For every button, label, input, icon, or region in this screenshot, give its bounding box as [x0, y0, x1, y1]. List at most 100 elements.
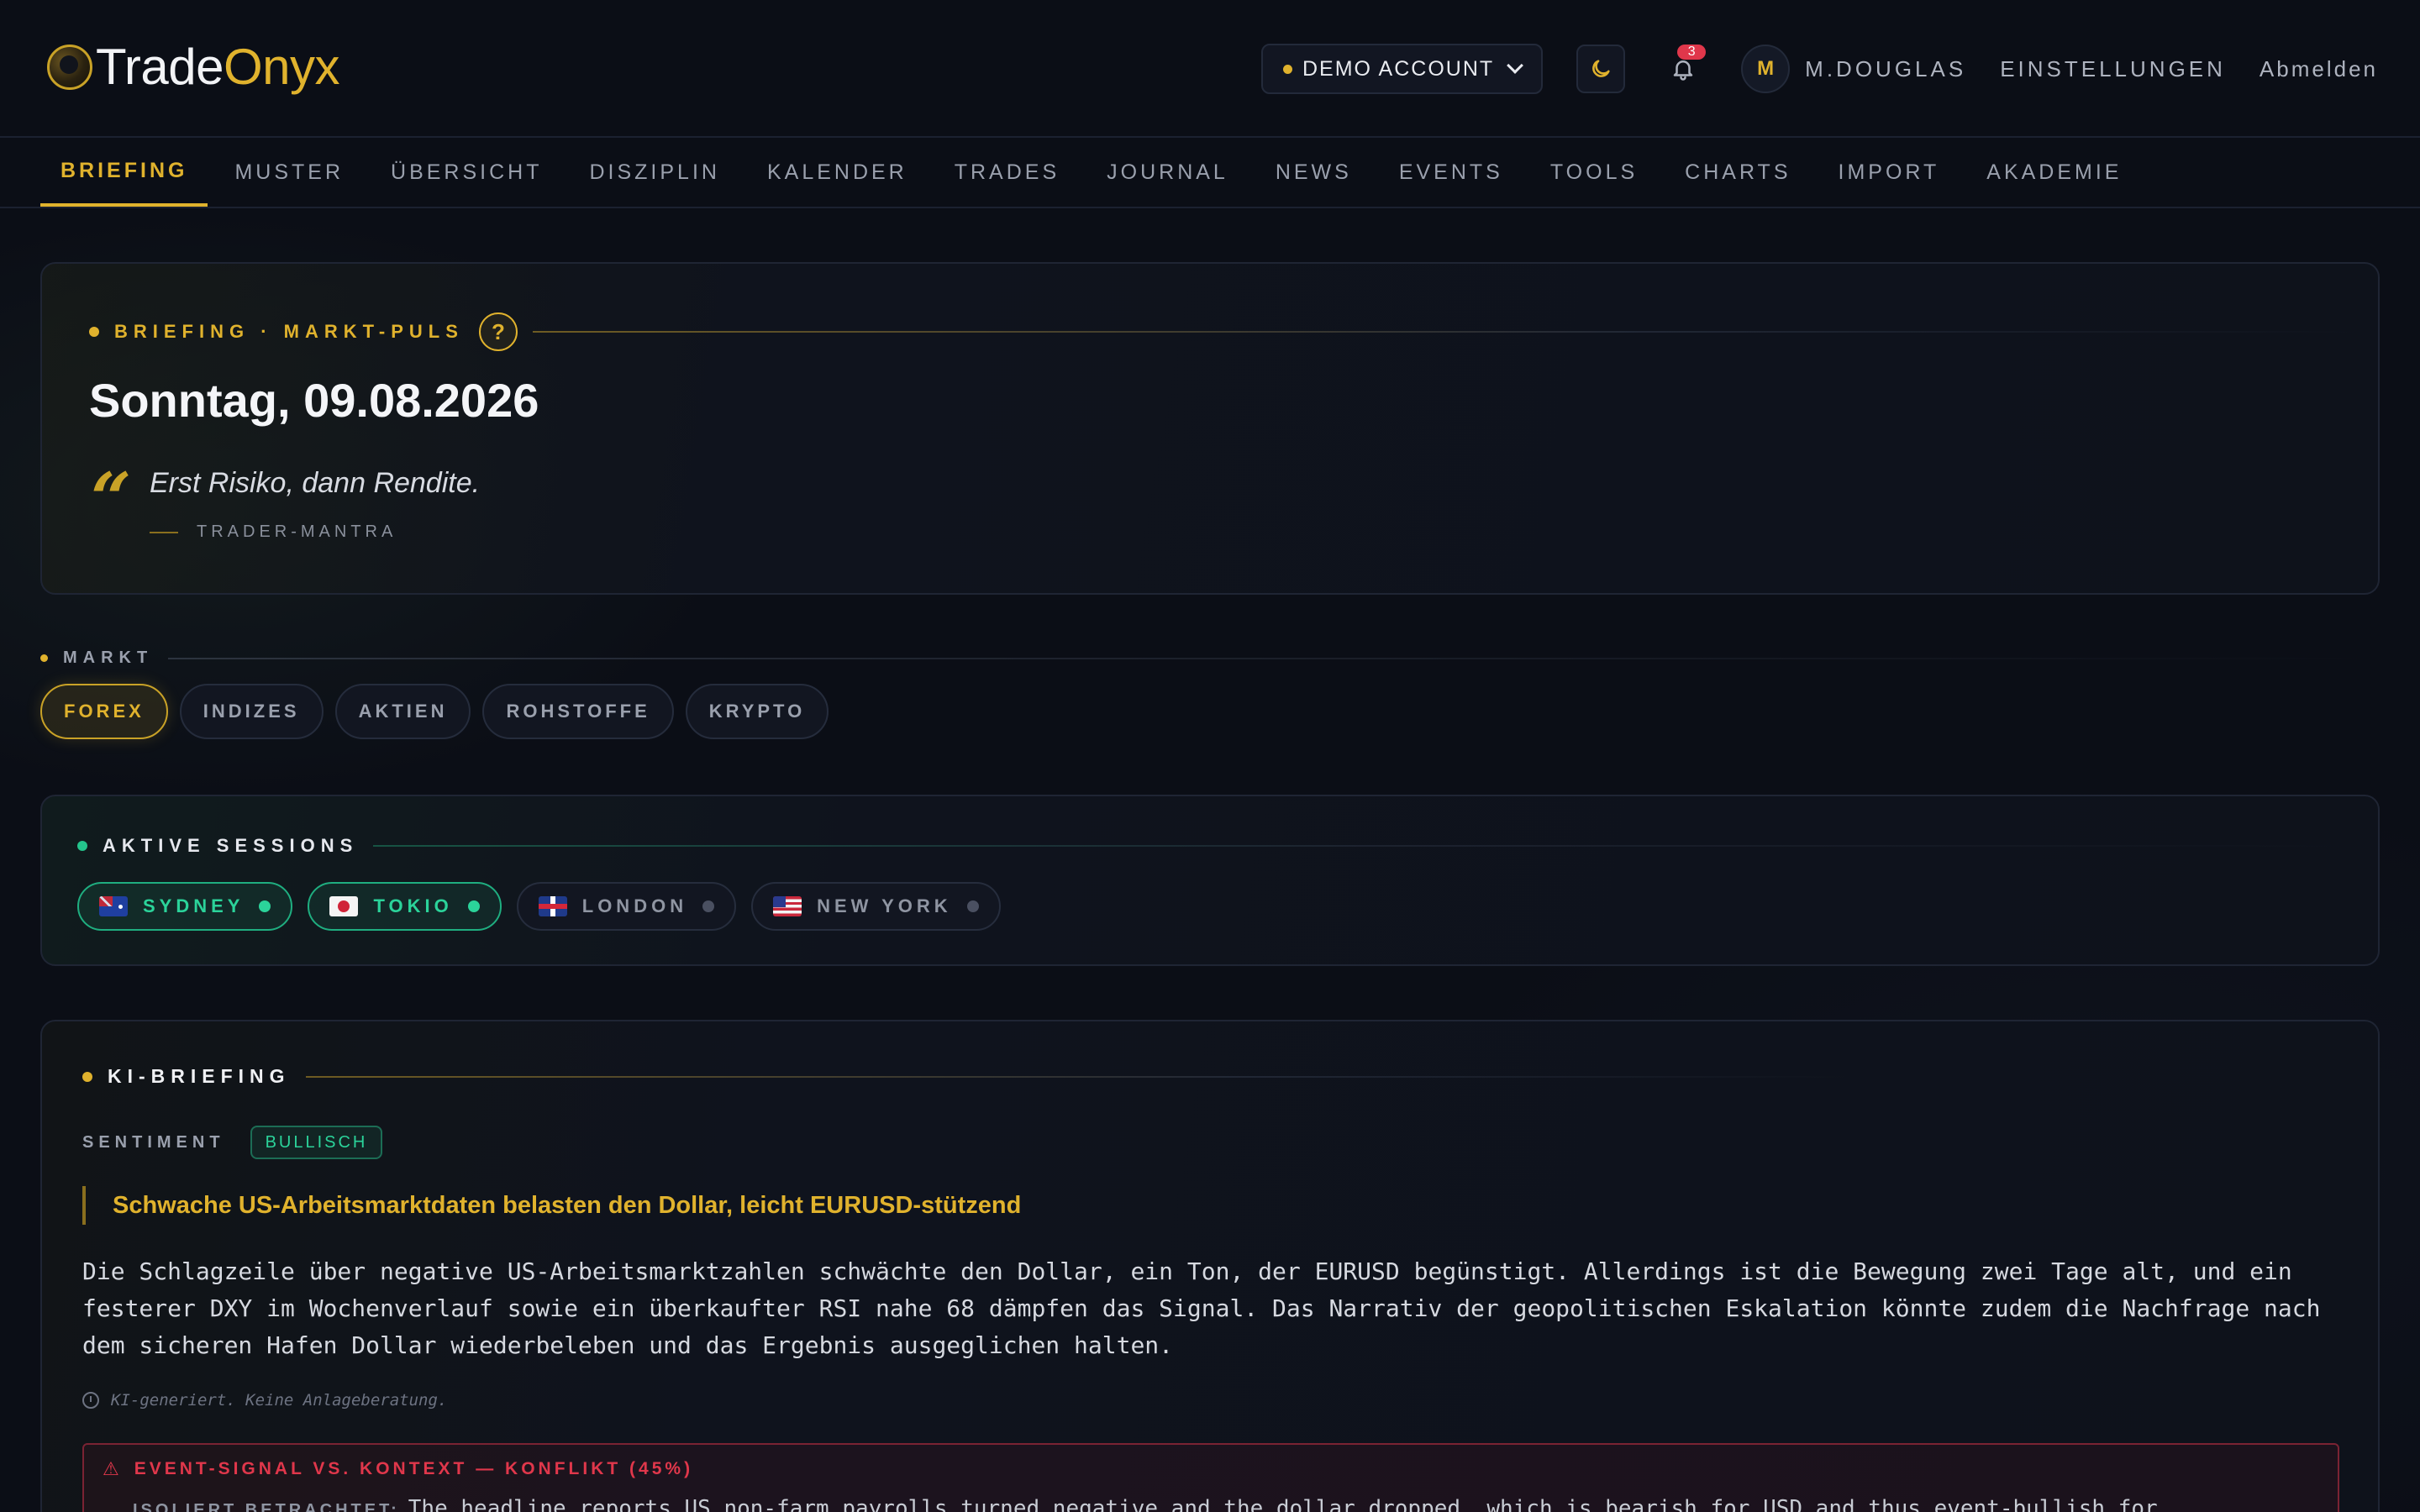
- help-icon[interactable]: ?: [478, 312, 518, 351]
- conflict-key-label: ISOLIERT BETRACHTET:: [133, 1501, 400, 1512]
- conflict-alert: ⚠ EVENT-SIGNAL VS. KONTEXT — KONFLIKT (4…: [82, 1443, 2339, 1512]
- sentiment-label: SENTIMENT: [82, 1132, 225, 1152]
- header-actions: DEMO ACCOUNT 3 M M.DOUGLAS EINSTELLUNGEN…: [1260, 44, 2378, 94]
- market-option-krypto[interactable]: KRYPTO: [685, 684, 829, 739]
- logo-icon: [47, 45, 92, 90]
- tab-briefing[interactable]: BRIEFING: [40, 138, 208, 207]
- tab-kalender[interactable]: KALENDER: [747, 138, 928, 207]
- tab-tools[interactable]: TOOLS: [1530, 138, 1658, 207]
- sessions-section-header: AKTIVE SESSIONS: [77, 835, 2346, 857]
- briefing-card: BRIEFING · MARKT-PULS ? Sonntag, 09.08.2…: [40, 262, 2380, 595]
- conflict-header: ⚠ EVENT-SIGNAL VS. KONTEXT — KONFLIKT (4…: [103, 1458, 693, 1480]
- theme-toggle-button[interactable]: [1576, 45, 1626, 93]
- briefing-section-label: BRIEFING · MARKT-PULS: [114, 321, 464, 342]
- logo-text-onyx: Onyx: [224, 39, 340, 95]
- page-title: Sonntag, 09.08.2026: [89, 374, 539, 427]
- uk-flag-icon: [538, 896, 567, 916]
- main-nav: BRIEFING MUSTER ÜBERSICHT DISZIPLIN KALE…: [40, 138, 2149, 207]
- user-menu[interactable]: M M.DOUGLAS: [1741, 45, 1966, 93]
- ai-disclaimer: KI-generiert. Keine Anlageberatung.: [82, 1391, 447, 1410]
- au-flag-icon: [99, 896, 128, 916]
- session-name: NEW YORK: [817, 895, 952, 916]
- market-selector: FOREX INDIZES AKTIEN ROHSTOFFE KRYPTO: [40, 684, 829, 739]
- tab-uebersicht[interactable]: ÜBERSICHT: [371, 138, 562, 207]
- notification-count-badge: 3: [1677, 45, 1707, 60]
- mantra-quote: Erst Risiko, dann Rendite.: [150, 467, 481, 499]
- moon-icon: [1592, 60, 1610, 77]
- tab-import[interactable]: IMPORT: [1818, 138, 1960, 207]
- section-dot: [40, 654, 48, 662]
- warning-icon: ⚠: [103, 1458, 123, 1479]
- market-option-aktien[interactable]: AKTIEN: [334, 684, 471, 739]
- settings-link[interactable]: EINSTELLUNGEN: [2000, 56, 2226, 82]
- logo-text-trade: Trade: [96, 39, 224, 95]
- session-name: TOKIO: [373, 895, 453, 916]
- session-new-york[interactable]: NEW YORK: [751, 882, 1001, 931]
- session-status-dot: [259, 900, 271, 912]
- session-london[interactable]: LONDON: [516, 882, 737, 931]
- section-dot: [82, 1071, 92, 1082]
- section-divider: [168, 657, 2380, 659]
- quote-source: TRADER-MANTRA: [150, 522, 397, 542]
- market-section-label: MARKT: [63, 648, 154, 667]
- session-name: SYDNEY: [143, 895, 245, 916]
- market-option-forex[interactable]: FOREX: [40, 684, 168, 739]
- session-sydney[interactable]: SYDNEY: [77, 882, 293, 931]
- ki-section-header: KI-BRIEFING: [82, 1065, 1847, 1088]
- username-label: M.DOUGLAS: [1805, 55, 1967, 81]
- sessions-section-label: AKTIVE SESSIONS: [103, 835, 359, 856]
- conflict-body: ISOLIERT BETRACHTET: The headline reports…: [133, 1495, 2317, 1512]
- tab-news[interactable]: NEWS: [1255, 138, 1372, 207]
- active-sessions-card: AKTIVE SESSIONS SYDNEY TOKIO LONDON NEW …: [40, 795, 2380, 966]
- section-dot: [89, 327, 99, 337]
- quote-source-dash: [150, 531, 178, 533]
- market-option-indizes[interactable]: INDIZES: [179, 684, 324, 739]
- notifications-button[interactable]: 3: [1659, 45, 1707, 93]
- logout-link[interactable]: Abmelden: [2260, 56, 2378, 82]
- logo-text: TradeOnyx: [96, 39, 340, 95]
- tab-events[interactable]: EVENTS: [1379, 138, 1523, 207]
- app-logo[interactable]: TradeOnyx: [47, 39, 340, 95]
- briefing-headline: Schwache US-Arbeitsmarktdaten belasten d…: [82, 1186, 1021, 1225]
- account-label: DEMO ACCOUNT: [1302, 56, 1495, 81]
- jp-flag-icon: [329, 896, 359, 916]
- disclaimer-text: KI-generiert. Keine Anlageberatung.: [111, 1391, 448, 1410]
- quote-mark-icon: “: [91, 457, 132, 540]
- tab-journal[interactable]: JOURNAL: [1086, 138, 1249, 207]
- sentiment-row: SENTIMENT BULLISCH: [82, 1126, 383, 1159]
- tab-charts[interactable]: CHARTS: [1665, 138, 1811, 207]
- ki-briefing-card: KI-BRIEFING SENTIMENT BULLISCH Schwache …: [40, 1020, 2380, 1512]
- briefing-body: Die Schlagzeile über negative US-Arbeits…: [82, 1257, 2321, 1359]
- session-tokio[interactable]: TOKIO: [308, 882, 502, 931]
- app-header: TradeOnyx DEMO ACCOUNT 3 M M.DOUGLAS EIN…: [0, 0, 2420, 138]
- account-status-dot: [1282, 64, 1292, 74]
- session-list: SYDNEY TOKIO LONDON NEW YORK: [77, 882, 1001, 931]
- tab-trades[interactable]: TRADES: [934, 138, 1080, 207]
- quote-source-label: TRADER-MANTRA: [197, 522, 397, 541]
- conflict-text: The headline reports US non-farm payroll…: [408, 1496, 2158, 1512]
- sentiment-badge: BULLISCH: [250, 1126, 383, 1159]
- session-status-dot: [702, 900, 715, 912]
- bell-icon: [1673, 60, 1693, 81]
- tab-akademie[interactable]: AKADEMIE: [1966, 138, 2142, 207]
- nav-divider: [0, 207, 2420, 208]
- tab-muster[interactable]: MUSTER: [214, 138, 364, 207]
- section-divider: [373, 845, 2346, 847]
- avatar: M: [1741, 45, 1791, 93]
- session-name: LONDON: [581, 895, 688, 916]
- market-option-rohstoffe[interactable]: ROHSTOFFE: [482, 684, 674, 739]
- ki-section-label: KI-BRIEFING: [108, 1065, 291, 1087]
- clock-icon: [82, 1392, 99, 1409]
- section-divider: [532, 331, 2358, 333]
- session-status-dot: [467, 900, 480, 912]
- us-flag-icon: [773, 896, 802, 916]
- briefing-section-header: BRIEFING · MARKT-PULS ?: [89, 312, 2358, 351]
- tab-disziplin[interactable]: DISZIPLIN: [569, 138, 739, 207]
- session-status-dot: [966, 900, 979, 912]
- section-divider: [305, 1075, 1847, 1078]
- market-section-header: MARKT: [40, 648, 2380, 668]
- section-dot: [77, 841, 87, 851]
- conflict-title: EVENT-SIGNAL VS. KONTEXT — KONFLIKT (45%…: [134, 1459, 694, 1478]
- account-switcher-button[interactable]: DEMO ACCOUNT: [1260, 44, 1544, 94]
- chevron-down-icon: [1507, 57, 1524, 74]
